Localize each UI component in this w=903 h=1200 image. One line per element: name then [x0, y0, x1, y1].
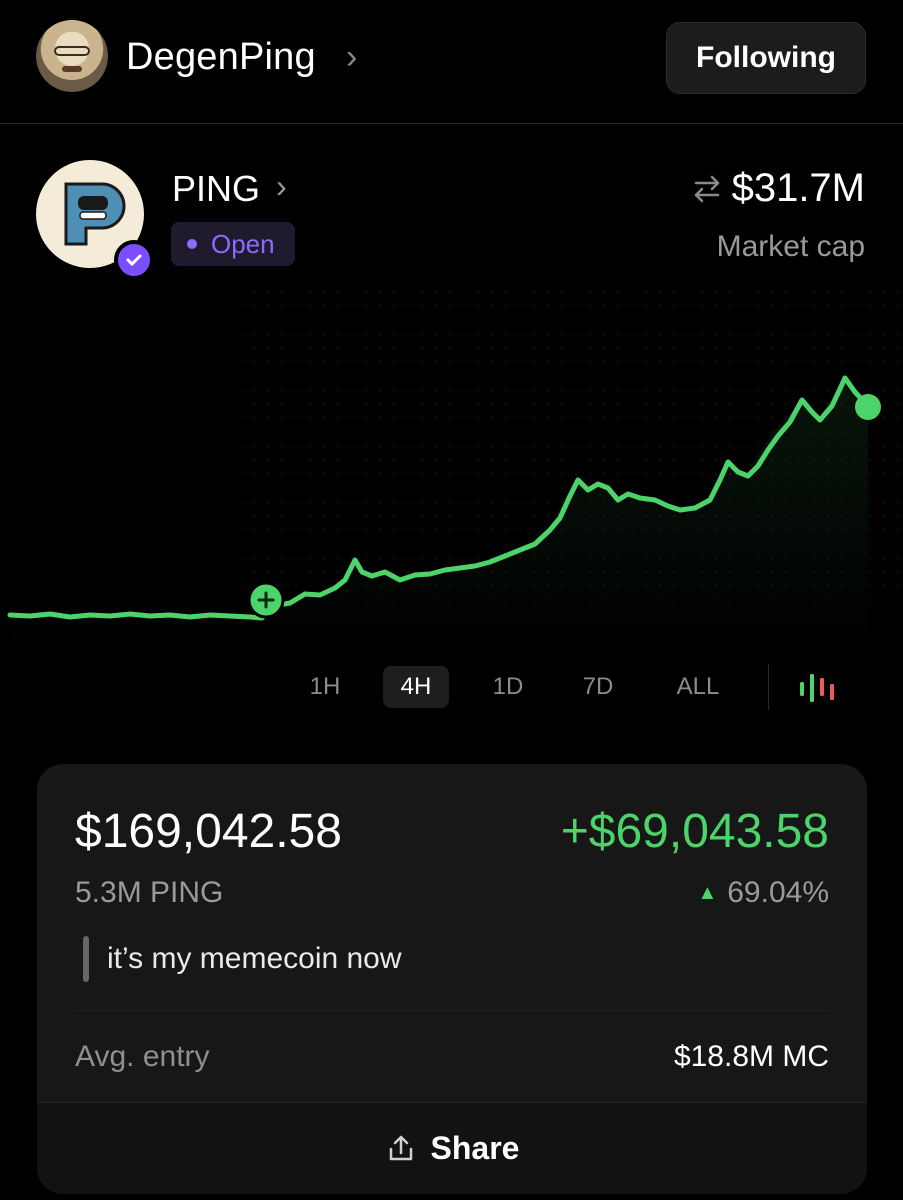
check-badge-icon	[114, 240, 154, 280]
user-avatar[interactable]	[36, 20, 108, 92]
following-button[interactable]: Following	[666, 22, 866, 94]
ping-logo-icon	[64, 182, 126, 246]
market-cap-label: Market cap	[716, 230, 865, 263]
position-card: $169,042.58 +$69,043.58 5.3M PING ▲ 69.0…	[37, 764, 867, 1194]
username[interactable]: DegenPing	[126, 36, 316, 79]
candlestick-icon[interactable]	[796, 670, 840, 706]
chevron-right-icon[interactable]: ›	[346, 38, 357, 77]
avg-entry-value: $18.8M MC	[673, 1040, 829, 1073]
tab-1d[interactable]: 1D	[486, 666, 530, 708]
token-symbol[interactable]: PING	[172, 168, 260, 210]
avg-entry-label: Avg. entry	[75, 1040, 210, 1073]
status-badge: Open	[171, 222, 295, 266]
tab-all[interactable]: ALL	[668, 666, 728, 708]
chevron-right-icon[interactable]: ›	[276, 168, 287, 205]
status-label: Open	[211, 228, 275, 259]
swap-arrows-icon[interactable]	[690, 172, 724, 206]
pnl-percent-value: 69.04%	[727, 876, 829, 909]
market-cap-value: $31.7M	[731, 166, 865, 210]
share-button[interactable]: Share	[37, 1102, 867, 1194]
pnl-percent: ▲ 69.04%	[697, 876, 829, 910]
profile-header: DegenPing › Following	[0, 0, 903, 124]
position-value: $169,042.58	[75, 805, 342, 858]
divider	[75, 1010, 829, 1011]
tab-4h[interactable]: 4H	[383, 666, 449, 708]
current-price-marker	[855, 394, 881, 420]
triangle-up-icon: ▲	[697, 881, 718, 904]
position-note: it’s my memecoin now	[107, 942, 402, 975]
quote-bar	[83, 936, 89, 982]
tab-7d[interactable]: 7D	[576, 666, 620, 708]
position-pnl: +$69,043.58	[560, 805, 829, 858]
position-quantity: 5.3M PING	[75, 876, 224, 909]
price-chart[interactable]	[0, 290, 903, 650]
share-label: Share	[430, 1130, 520, 1166]
tab-1h[interactable]: 1H	[304, 666, 346, 708]
plus-icon	[247, 581, 285, 619]
status-dot-icon	[187, 239, 197, 249]
divider	[768, 664, 769, 710]
share-icon	[389, 1135, 412, 1160]
